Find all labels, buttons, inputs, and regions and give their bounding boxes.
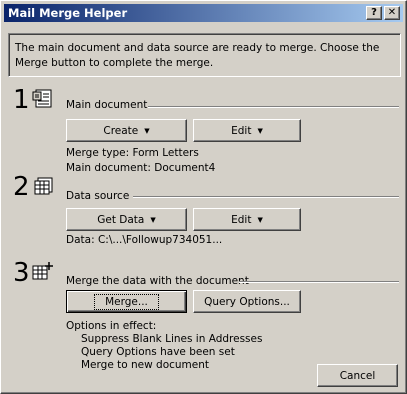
step-1-number: 1 xyxy=(13,85,30,115)
get-data-button-label: Get Data xyxy=(97,213,145,226)
cancel-button-label: Cancel xyxy=(339,369,376,382)
options-heading: Options in effect: xyxy=(66,320,157,332)
option-item: Merge to new document xyxy=(81,359,210,371)
data-source-label: Data source xyxy=(66,190,130,202)
get-data-button[interactable]: Get Data ▼ xyxy=(66,208,187,231)
help-button[interactable]: ? xyxy=(366,6,382,20)
merge-icon xyxy=(32,262,53,280)
close-icon: ✕ xyxy=(387,7,397,18)
dropdown-arrow-icon: ▼ xyxy=(257,126,263,135)
dropdown-arrow-icon: ▼ xyxy=(144,126,150,135)
mail-merge-helper-dialog: Mail Merge Helper ? ✕ The main document … xyxy=(0,0,407,394)
main-document-icon xyxy=(32,89,52,108)
merge-section-label: Merge the data with the document xyxy=(66,275,249,287)
option-item: Query Options have been set xyxy=(81,346,235,358)
edit-button-label: Edit xyxy=(231,124,252,137)
window-title: Mail Merge Helper xyxy=(8,6,128,20)
divider xyxy=(239,281,399,283)
step-2-number: 2 xyxy=(13,172,30,202)
dropdown-arrow-icon: ▼ xyxy=(150,215,156,224)
status-message: The main document and data source are re… xyxy=(15,42,380,69)
data-path-text: Data: C:\...\Followup734051... xyxy=(66,234,223,246)
merge-button[interactable]: Merge... xyxy=(66,290,187,313)
query-options-button-label: Query Options... xyxy=(204,295,290,308)
divider xyxy=(133,196,399,198)
dropdown-arrow-icon: ▼ xyxy=(257,215,263,224)
close-button[interactable]: ✕ xyxy=(384,6,400,20)
query-options-button[interactable]: Query Options... xyxy=(193,290,301,313)
cancel-button[interactable]: Cancel xyxy=(317,364,398,387)
edit-main-document-button[interactable]: Edit ▼ xyxy=(193,119,301,142)
merge-button-label: Merge... xyxy=(94,293,159,310)
create-button-label: Create xyxy=(103,124,139,137)
merge-type-text: Merge type: Form Letters xyxy=(66,147,199,159)
create-button[interactable]: Create ▼ xyxy=(66,119,187,142)
help-icon: ? xyxy=(371,7,377,18)
status-message-box: The main document and data source are re… xyxy=(8,33,401,77)
title-bar[interactable]: Mail Merge Helper ? ✕ xyxy=(4,4,403,22)
data-source-icon xyxy=(34,177,53,195)
step-3-number: 3 xyxy=(13,258,30,288)
edit-data-source-button[interactable]: Edit ▼ xyxy=(193,208,301,231)
main-document-label: Main document xyxy=(66,99,148,111)
option-item: Suppress Blank Lines in Addresses xyxy=(81,333,263,345)
main-document-name-text: Main document: Document4 xyxy=(66,162,216,174)
divider xyxy=(148,106,399,108)
edit-button-label: Edit xyxy=(231,213,252,226)
